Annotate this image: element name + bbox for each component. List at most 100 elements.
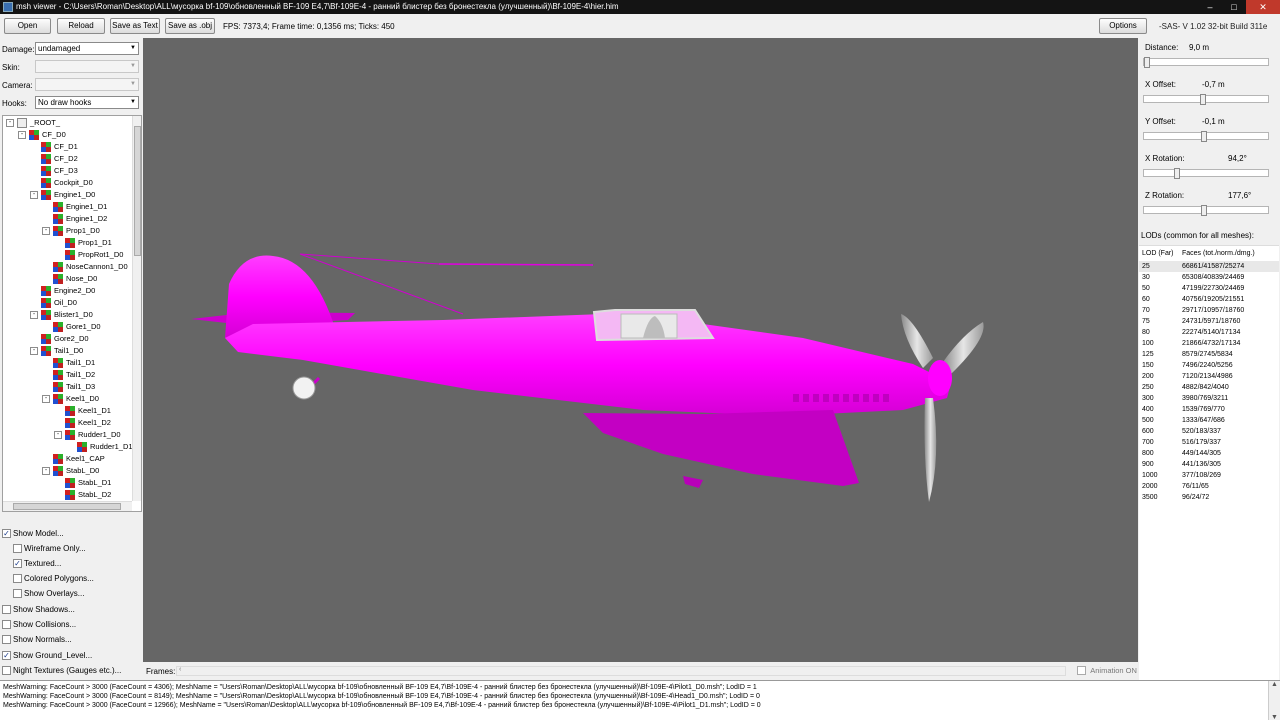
- option-checkbox[interactable]: Wireframe Only...: [13, 543, 86, 555]
- log-scrollbar[interactable]: ▲ ▼: [1268, 681, 1280, 720]
- log-panel[interactable]: MeshWarning: FaceCount > 3000 (FaceCount…: [0, 680, 1280, 720]
- lod-row[interactable]: 2000 76/11/65: [1139, 481, 1279, 492]
- checkmark-icon[interactable]: ✓: [13, 559, 22, 569]
- lod-row[interactable]: 60 40756/19205/21551: [1139, 294, 1279, 305]
- lod-row[interactable]: 200 7120/2134/4986: [1139, 371, 1279, 382]
- checkbox-box[interactable]: [2, 635, 11, 645]
- option-checkbox[interactable]: Colored Polygons...: [13, 573, 94, 585]
- checkbox-box[interactable]: [2, 666, 11, 676]
- tree-vertical-scrollbar[interactable]: [132, 116, 141, 501]
- tree-item[interactable]: StabL_D1: [54, 477, 111, 489]
- lod-row[interactable]: 700 516/179/337: [1139, 437, 1279, 448]
- lod-row[interactable]: 250 4882/842/4040: [1139, 382, 1279, 393]
- tree-item[interactable]: - Blister1_D0: [30, 309, 93, 321]
- tree-item[interactable]: Gore1_D0: [42, 321, 101, 333]
- lod-row[interactable]: 3500 96/24/72: [1139, 492, 1279, 503]
- lod-row[interactable]: 300 3980/769/3211: [1139, 393, 1279, 404]
- option-checkbox[interactable]: Show Overlays...: [13, 588, 84, 600]
- lod-row[interactable]: 70 29717/10957/18760: [1139, 305, 1279, 316]
- tree-item[interactable]: - Rudder1_D0: [54, 429, 121, 441]
- y-offset-slider[interactable]: [1143, 131, 1269, 142]
- animation-checkbox-box[interactable]: [1077, 666, 1086, 676]
- tree-item[interactable]: Oil_D0: [30, 297, 77, 309]
- tree-item[interactable]: - _ROOT_: [6, 117, 60, 129]
- collapse-toggle-icon[interactable]: -: [30, 191, 38, 200]
- faces-column-header[interactable]: Faces (tot./norm./dmg.): [1182, 248, 1255, 259]
- slider-knob[interactable]: [1201, 205, 1207, 216]
- tree-item[interactable]: - Prop1_D0: [42, 225, 100, 237]
- lod-row[interactable]: 800 449/144/305: [1139, 448, 1279, 459]
- tree-item[interactable]: PropRot1_D0: [54, 249, 123, 261]
- checkmark-icon[interactable]: ✓: [2, 651, 11, 661]
- close-button[interactable]: ✕: [1246, 0, 1280, 14]
- tree-item[interactable]: CF_D1: [30, 141, 78, 153]
- tree-item[interactable]: NoseCannon1_D0: [42, 261, 128, 273]
- tree-item[interactable]: Keel1_CAP: [42, 453, 105, 465]
- save-as-obj-button[interactable]: Save as .obj: [165, 18, 215, 34]
- damage-select[interactable]: undamaged ▼: [35, 42, 139, 55]
- option-checkbox[interactable]: ✓ Textured...: [13, 558, 61, 570]
- tree-item[interactable]: CF_D2: [30, 153, 78, 165]
- lod-row[interactable]: 50 47199/22730/24469: [1139, 283, 1279, 294]
- lod-row[interactable]: 900 441/136/305: [1139, 459, 1279, 470]
- lod-row[interactable]: 75 24731/5971/18760: [1139, 316, 1279, 327]
- lod-row[interactable]: 100 21866/4732/17134: [1139, 338, 1279, 349]
- save-as-text-button[interactable]: Save as Text: [110, 18, 160, 34]
- option-checkbox[interactable]: ✓ Show Ground_Level...: [2, 650, 92, 662]
- tree-item[interactable]: CF_D3: [30, 165, 78, 177]
- tree-item[interactable]: - Keel1_D0: [42, 393, 99, 405]
- collapse-toggle-icon[interactable]: -: [42, 227, 50, 236]
- x-offset-slider[interactable]: [1143, 94, 1269, 105]
- checkbox-box[interactable]: [13, 574, 22, 584]
- collapse-toggle-icon[interactable]: -: [30, 347, 38, 356]
- minimize-button[interactable]: –: [1198, 0, 1222, 14]
- checkbox-box[interactable]: [2, 605, 11, 615]
- option-checkbox[interactable]: Night Textures (Gauges etc.)...: [2, 665, 121, 677]
- collapse-toggle-icon[interactable]: -: [42, 395, 50, 404]
- tree-horizontal-scrollbar[interactable]: [3, 501, 132, 511]
- tree-item[interactable]: Cockpit_D0: [30, 177, 93, 189]
- lod-table[interactable]: LOD (Far) Faces (tot./norm./dmg.) 25 6686…: [1139, 245, 1279, 680]
- slider-knob[interactable]: [1144, 57, 1150, 68]
- skin-select[interactable]: ▼: [35, 60, 139, 73]
- tree-item[interactable]: Keel1_D1: [54, 405, 111, 417]
- collapse-toggle-icon[interactable]: -: [54, 431, 62, 440]
- checkbox-box[interactable]: [13, 544, 22, 554]
- lod-row[interactable]: 30 65308/40839/24469: [1139, 272, 1279, 283]
- lod-row[interactable]: 125 8579/2745/5834: [1139, 349, 1279, 360]
- tree-item[interactable]: - Tail1_D0: [30, 345, 83, 357]
- tree-item[interactable]: Engine1_D1: [42, 201, 107, 213]
- hooks-select[interactable]: No draw hooks ▼: [35, 96, 139, 109]
- scroll-thumb[interactable]: [13, 503, 121, 510]
- chevron-left-icon[interactable]: ‹: [179, 666, 181, 673]
- mesh-tree[interactable]: - _ROOT_ - CF_D0 CF_D1 CF_D2 CF_D3 Cockpit_D0- E…: [2, 115, 142, 512]
- slider-knob[interactable]: [1201, 131, 1207, 142]
- lod-column-header[interactable]: LOD (Far): [1142, 248, 1174, 259]
- x-rotation-slider[interactable]: [1143, 168, 1269, 179]
- chevron-up-icon[interactable]: ▲: [1271, 681, 1278, 688]
- tree-item[interactable]: Engine1_D2: [42, 213, 107, 225]
- tree-item[interactable]: StabL_D2: [54, 489, 111, 501]
- option-checkbox[interactable]: ✓ Show Model...: [2, 528, 64, 540]
- tree-item[interactable]: - StabL_D0: [42, 465, 99, 477]
- lod-row[interactable]: 25 66861/41587/25274: [1139, 261, 1279, 272]
- options-button[interactable]: Options: [1099, 18, 1147, 34]
- maximize-button[interactable]: □: [1222, 0, 1246, 14]
- option-checkbox[interactable]: Show Collisions...: [2, 619, 76, 631]
- option-checkbox[interactable]: Show Shadows...: [2, 604, 75, 616]
- slider-knob[interactable]: [1200, 94, 1206, 105]
- tree-item[interactable]: Tail1_D1: [42, 357, 95, 369]
- animation-checkbox[interactable]: Animation ON: [1077, 666, 1137, 676]
- tree-item[interactable]: Rudder1_D1: [66, 441, 133, 453]
- checkmark-icon[interactable]: ✓: [2, 529, 11, 539]
- scroll-thumb[interactable]: [134, 126, 141, 256]
- 3d-viewport[interactable]: [143, 38, 1138, 662]
- tree-item[interactable]: - Engine1_D0: [30, 189, 95, 201]
- chevron-down-icon[interactable]: ▼: [1271, 714, 1278, 720]
- collapse-toggle-icon[interactable]: -: [6, 119, 14, 128]
- z-rotation-slider[interactable]: [1143, 205, 1269, 216]
- lod-row[interactable]: 1000 377/108/269: [1139, 470, 1279, 481]
- collapse-toggle-icon[interactable]: -: [42, 467, 50, 476]
- slider-knob[interactable]: [1174, 168, 1180, 179]
- open-button[interactable]: Open: [4, 18, 51, 34]
